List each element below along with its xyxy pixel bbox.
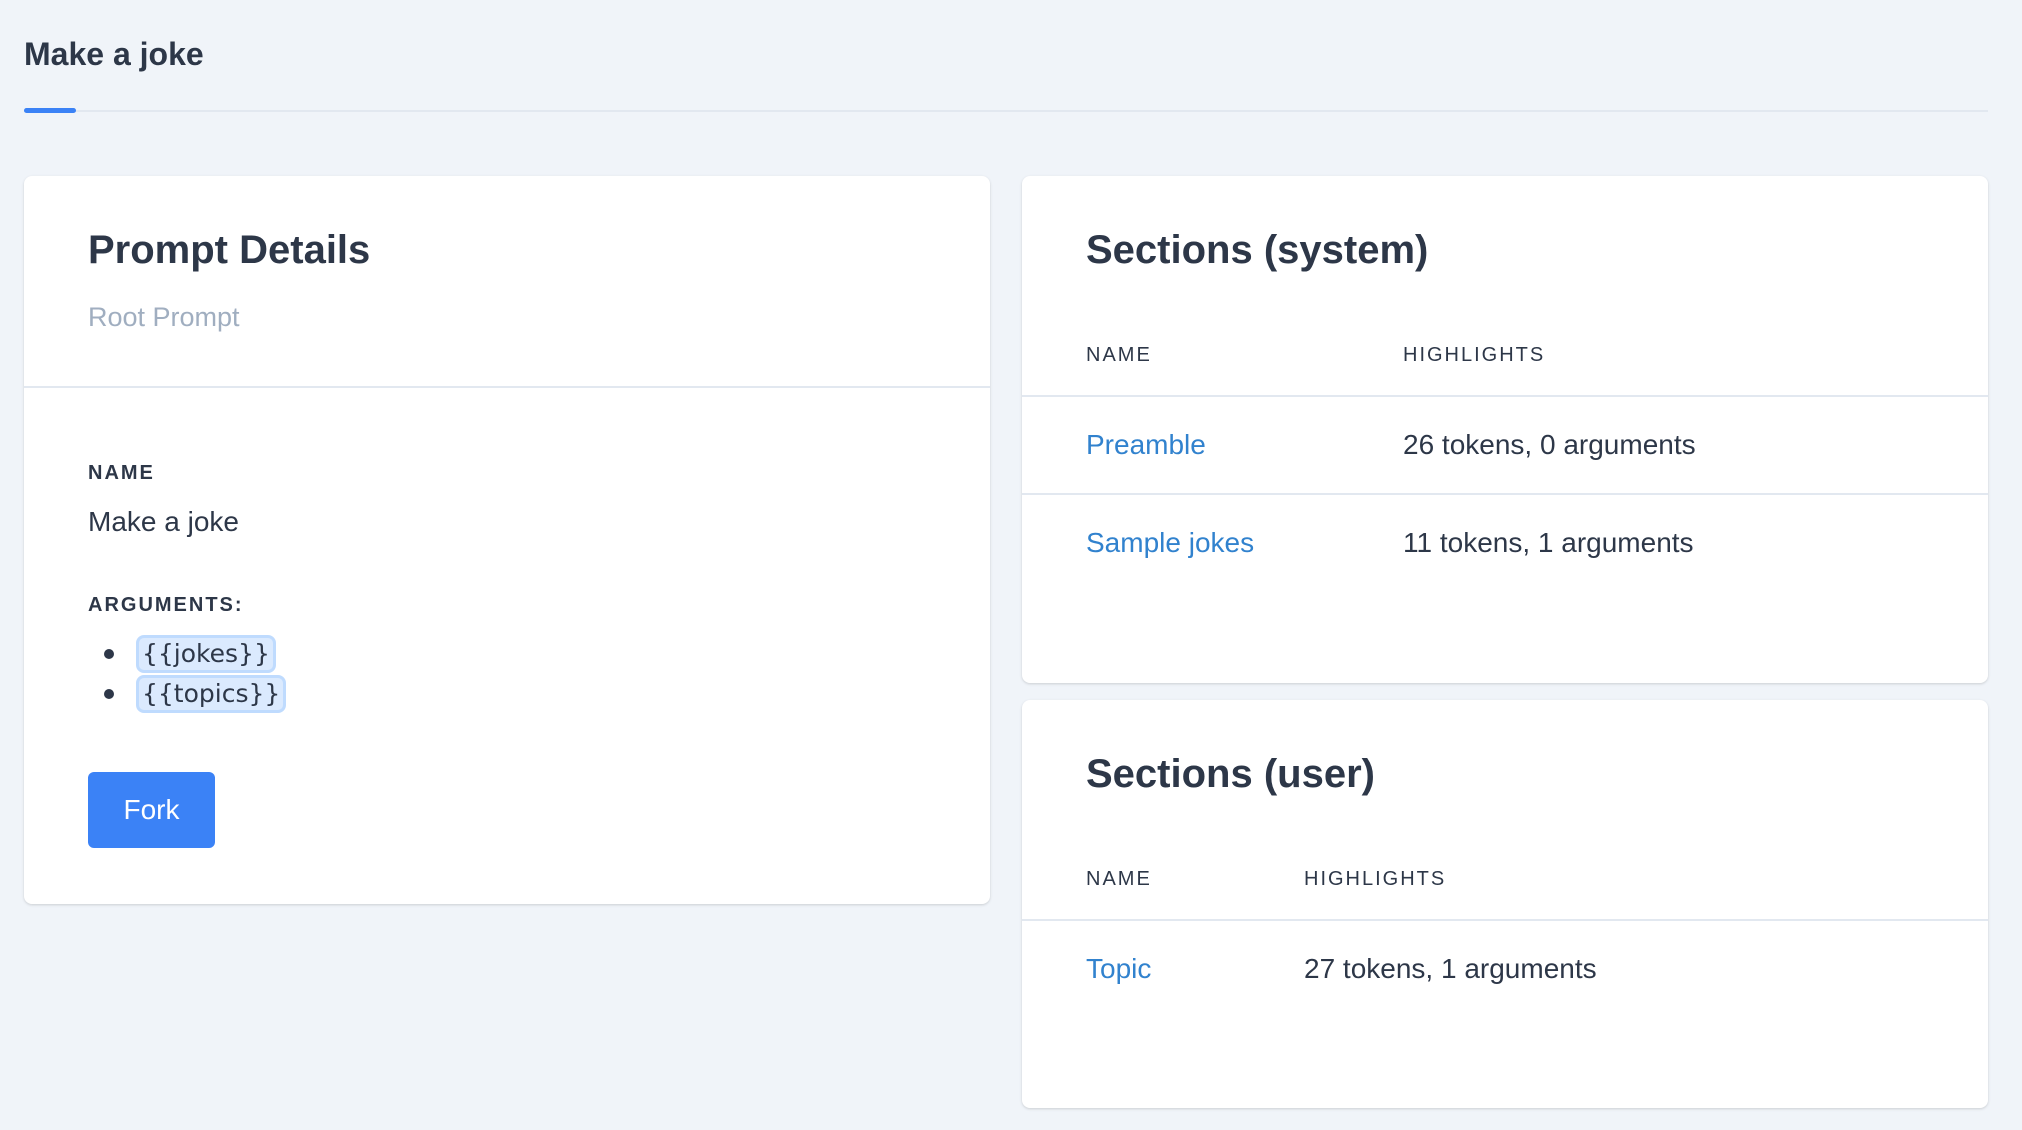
- argument-item: {{topics}}: [88, 674, 287, 714]
- section-highlights: 26 tokens, 0 arguments: [1403, 429, 1696, 460]
- system-sections-card: Sections (system) NAME HIGHLIGHTS Preamb…: [1022, 176, 1988, 683]
- section-highlights: 11 tokens, 1 arguments: [1403, 527, 1694, 558]
- arguments-list: {{jokes}} {{topics}}: [88, 634, 287, 714]
- user-sections-heading: Sections (user): [1086, 752, 1375, 796]
- section-highlights: 27 tokens, 1 arguments: [1304, 953, 1597, 984]
- argument-item: {{jokes}}: [88, 634, 286, 674]
- user-table-header: NAME HIGHLIGHTS: [1022, 868, 1988, 908]
- prompt-details-heading: Prompt Details: [88, 228, 371, 272]
- section-link-preamble[interactable]: Preamble: [1086, 397, 1206, 493]
- column-header-name: NAME: [1086, 344, 1152, 366]
- system-sections-heading: Sections (system): [1086, 228, 1429, 272]
- section-link-sample-jokes[interactable]: Sample jokes: [1086, 495, 1254, 591]
- bullet-icon: [104, 689, 114, 699]
- prompt-details-card: Prompt Details Root Prompt NAME Make a j…: [24, 176, 990, 904]
- name-value: Make a joke: [88, 506, 239, 537]
- column-header-highlights: HIGHLIGHTS: [1304, 868, 1447, 890]
- table-row: Preamble 26 tokens, 0 arguments: [1022, 397, 1988, 493]
- root-prompt-subtitle: Root Prompt: [88, 302, 240, 332]
- details-divider: [24, 386, 990, 388]
- name-label: NAME: [88, 462, 155, 484]
- page-title: Make a joke: [24, 36, 204, 72]
- arguments-label: ARGUMENTS:: [88, 594, 244, 616]
- active-tab-indicator: [24, 108, 76, 113]
- user-sections-card: Sections (user) NAME HIGHLIGHTS Topic 27…: [1022, 700, 1988, 1108]
- table-row: Topic 27 tokens, 1 arguments: [1022, 921, 1988, 1017]
- column-header-name: NAME: [1086, 868, 1152, 890]
- system-table-header: NAME HIGHLIGHTS: [1022, 344, 1988, 384]
- argument-chip-topics: {{topics}}: [136, 675, 287, 713]
- fork-button[interactable]: Fork: [88, 772, 215, 848]
- page-header: Make a joke: [24, 0, 1988, 114]
- tab-underline-rule: [24, 110, 1988, 112]
- column-header-highlights: HIGHLIGHTS: [1403, 344, 1546, 366]
- bullet-icon: [104, 649, 114, 659]
- section-link-topic[interactable]: Topic: [1086, 921, 1151, 1017]
- table-row: Sample jokes 11 tokens, 1 arguments: [1022, 495, 1988, 591]
- argument-chip-jokes: {{jokes}}: [136, 635, 276, 673]
